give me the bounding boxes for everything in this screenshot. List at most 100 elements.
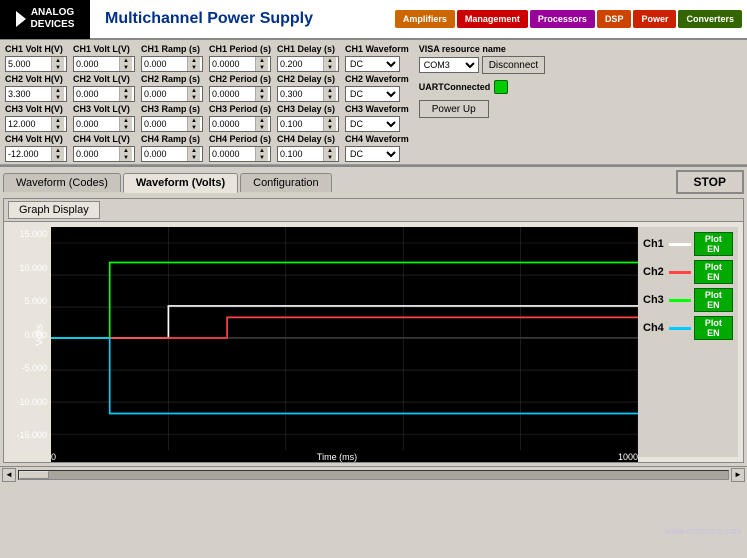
ch3-delay-field[interactable] xyxy=(278,117,323,131)
ch2-delay-field[interactable] xyxy=(278,87,323,101)
ch1-volt-h-field[interactable] xyxy=(6,57,51,71)
ch4-period-input[interactable]: ▲▼ xyxy=(209,146,271,162)
ch1-delay-field[interactable] xyxy=(278,57,323,71)
nav-tab-amplifiers[interactable]: Amplifiers xyxy=(395,10,455,28)
ch4-volt-l-up[interactable]: ▲ xyxy=(120,147,132,154)
ch1-period-down[interactable]: ▼ xyxy=(256,64,268,71)
ch3-volt-l-up[interactable]: ▲ xyxy=(120,117,132,124)
ch4-volt-h-input[interactable]: ▲▼ xyxy=(5,146,67,162)
ch3-ramp-down[interactable]: ▼ xyxy=(188,124,200,131)
ch2-ramp-field[interactable] xyxy=(142,87,187,101)
ch3-ramp-field[interactable] xyxy=(142,117,187,131)
ch4-period-down[interactable]: ▼ xyxy=(256,154,268,161)
ch1-period-field[interactable] xyxy=(210,57,255,71)
ch4-ramp-input[interactable]: ▲▼ xyxy=(141,146,203,162)
ch4-ramp-down[interactable]: ▼ xyxy=(188,154,200,161)
ch4-ramp-up[interactable]: ▲ xyxy=(188,147,200,154)
ch2-volt-h-down[interactable]: ▼ xyxy=(52,94,64,101)
visa-port-select[interactable]: COM3 xyxy=(419,57,479,73)
disconnect-button[interactable]: Disconnect xyxy=(482,56,545,74)
tab-configuration[interactable]: Configuration xyxy=(240,173,331,192)
ch4-delay-down[interactable]: ▼ xyxy=(324,154,336,161)
ch1-ramp-down[interactable]: ▼ xyxy=(188,64,200,71)
ch1-volt-l-input[interactable]: ▲▼ xyxy=(73,56,135,72)
ch1-ramp-input[interactable]: ▲▼ xyxy=(141,56,203,72)
ch1-volt-l-up[interactable]: ▲ xyxy=(120,57,132,64)
ch1-volt-h-up[interactable]: ▲ xyxy=(52,57,64,64)
ch2-ramp-down[interactable]: ▼ xyxy=(188,94,200,101)
ch1-volt-l-down[interactable]: ▼ xyxy=(120,64,132,71)
ch2-volt-l-down[interactable]: ▼ xyxy=(120,94,132,101)
ch3-period-down[interactable]: ▼ xyxy=(256,124,268,131)
ch4-plot-en-button[interactable]: Plot EN xyxy=(694,316,733,340)
ch1-volt-l-field[interactable] xyxy=(74,57,119,71)
ch2-delay-input[interactable]: ▲▼ xyxy=(277,86,339,102)
ch2-period-up[interactable]: ▲ xyxy=(256,87,268,94)
ch1-wf-select[interactable]: DC xyxy=(345,56,400,72)
scroll-track[interactable] xyxy=(18,470,729,480)
ch2-ramp-up[interactable]: ▲ xyxy=(188,87,200,94)
power-up-button[interactable]: Power Up xyxy=(419,100,489,118)
ch2-period-input[interactable]: ▲▼ xyxy=(209,86,271,102)
scroll-left-button[interactable]: ◄ xyxy=(2,468,16,482)
ch3-plot-en-button[interactable]: Plot EN xyxy=(694,288,733,312)
ch4-volt-l-input[interactable]: ▲▼ xyxy=(73,146,135,162)
ch3-delay-down[interactable]: ▼ xyxy=(324,124,336,131)
ch4-period-field[interactable] xyxy=(210,147,255,161)
ch3-volt-h-down[interactable]: ▼ xyxy=(52,124,64,131)
nav-tab-power[interactable]: Power xyxy=(633,10,676,28)
ch4-volt-l-field[interactable] xyxy=(74,147,119,161)
nav-tab-converters[interactable]: Converters xyxy=(678,10,742,28)
ch2-delay-down[interactable]: ▼ xyxy=(324,94,336,101)
ch2-volt-l-field[interactable] xyxy=(74,87,119,101)
ch3-volt-h-field[interactable] xyxy=(6,117,51,131)
ch4-volt-l-down[interactable]: ▼ xyxy=(120,154,132,161)
ch3-delay-input[interactable]: ▲▼ xyxy=(277,116,339,132)
ch4-delay-input[interactable]: ▲▼ xyxy=(277,146,339,162)
ch1-delay-input[interactable]: ▲▼ xyxy=(277,56,339,72)
ch4-ramp-field[interactable] xyxy=(142,147,187,161)
nav-tab-processors[interactable]: Processors xyxy=(530,10,595,28)
ch1-ramp-field[interactable] xyxy=(142,57,187,71)
ch3-volt-l-input[interactable]: ▲▼ xyxy=(73,116,135,132)
ch3-ramp-up[interactable]: ▲ xyxy=(188,117,200,124)
ch1-plot-en-button[interactable]: Plot EN xyxy=(694,232,733,256)
ch3-wf-select[interactable]: DC xyxy=(345,116,400,132)
ch3-period-up[interactable]: ▲ xyxy=(256,117,268,124)
ch4-wf-select[interactable]: DC xyxy=(345,146,400,162)
ch1-period-up[interactable]: ▲ xyxy=(256,57,268,64)
ch4-volt-h-field[interactable] xyxy=(6,147,51,161)
ch1-volt-h-input[interactable]: ▲▼ xyxy=(5,56,67,72)
ch1-delay-up[interactable]: ▲ xyxy=(324,57,336,64)
ch4-volt-h-down[interactable]: ▼ xyxy=(52,154,64,161)
ch2-wf-select[interactable]: DC xyxy=(345,86,400,102)
scroll-thumb[interactable] xyxy=(19,471,49,479)
ch4-delay-up[interactable]: ▲ xyxy=(324,147,336,154)
ch2-ramp-input[interactable]: ▲▼ xyxy=(141,86,203,102)
stop-button[interactable]: STOP xyxy=(676,170,744,194)
ch3-volt-l-field[interactable] xyxy=(74,117,119,131)
graph-display-tab[interactable]: Graph Display xyxy=(8,201,100,219)
ch3-period-field[interactable] xyxy=(210,117,255,131)
ch3-volt-h-up[interactable]: ▲ xyxy=(52,117,64,124)
ch2-volt-l-input[interactable]: ▲▼ xyxy=(73,86,135,102)
ch2-volt-h-input[interactable]: ▲▼ xyxy=(5,86,67,102)
ch2-volt-h-up[interactable]: ▲ xyxy=(52,87,64,94)
ch3-volt-l-down[interactable]: ▼ xyxy=(120,124,132,131)
nav-tab-management[interactable]: Management xyxy=(457,10,528,28)
ch1-volt-h-down[interactable]: ▼ xyxy=(52,64,64,71)
ch2-period-field[interactable] xyxy=(210,87,255,101)
ch2-plot-en-button[interactable]: Plot EN xyxy=(694,260,733,284)
ch4-delay-field[interactable] xyxy=(278,147,323,161)
ch4-volt-h-up[interactable]: ▲ xyxy=(52,147,64,154)
ch1-delay-down[interactable]: ▼ xyxy=(324,64,336,71)
ch3-delay-up[interactable]: ▲ xyxy=(324,117,336,124)
ch2-volt-l-up[interactable]: ▲ xyxy=(120,87,132,94)
ch2-volt-h-field[interactable] xyxy=(6,87,51,101)
ch2-period-down[interactable]: ▼ xyxy=(256,94,268,101)
ch3-volt-h-input[interactable]: ▲▼ xyxy=(5,116,67,132)
scroll-right-button[interactable]: ► xyxy=(731,468,745,482)
tab-waveform-codes[interactable]: Waveform (Codes) xyxy=(3,173,121,192)
ch3-period-input[interactable]: ▲▼ xyxy=(209,116,271,132)
ch2-delay-up[interactable]: ▲ xyxy=(324,87,336,94)
